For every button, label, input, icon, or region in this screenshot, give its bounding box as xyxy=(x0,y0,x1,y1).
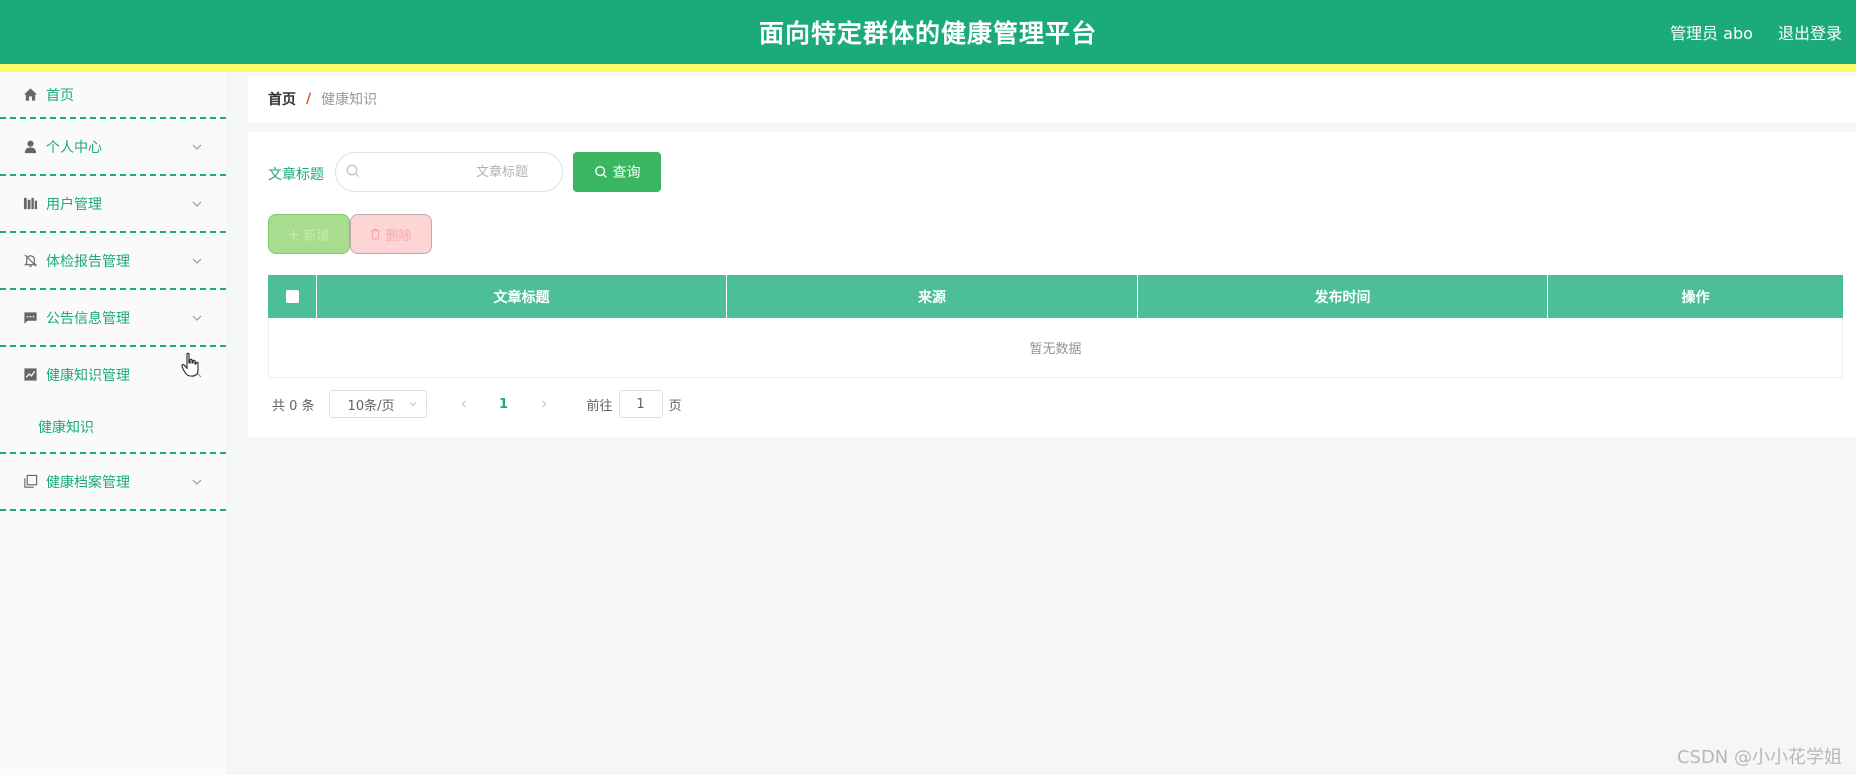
next-page-button[interactable] xyxy=(529,390,559,418)
home-icon xyxy=(22,87,38,103)
column-header-source: 来源 xyxy=(727,275,1138,318)
sidebar-subitem-health-knowledge[interactable]: 健康知识 xyxy=(0,402,226,452)
header-user-area: 管理员 abo 退出登录 xyxy=(1650,20,1842,44)
chevron-down-icon xyxy=(192,144,202,150)
user-icon xyxy=(22,139,38,155)
main-content: 文章标题 查询 新增 删除 文章标题 来源 发布时间 操作 暂无数据 共 0 条… xyxy=(248,132,1856,437)
chart-icon xyxy=(22,367,38,383)
library-icon xyxy=(22,196,38,212)
breadcrumb-current: 健康知识 xyxy=(321,92,378,108)
goto-suffix: 页 xyxy=(668,398,682,414)
pagination-total: 共 0 条 xyxy=(272,398,315,414)
column-header-actions: 操作 xyxy=(1681,289,1710,306)
sidebar-item-label: 公告信息管理 xyxy=(46,310,130,327)
add-button[interactable]: 新增 xyxy=(268,214,350,254)
chevron-down-icon xyxy=(192,258,202,264)
chevron-left-icon xyxy=(461,400,466,408)
delete-button[interactable]: 删除 xyxy=(350,214,432,254)
sidebar-item-checkup-report-management[interactable]: 体检报告管理 xyxy=(0,233,226,290)
sidebar-item-label: 用户管理 xyxy=(46,196,102,213)
watermark: CSDN @小小花学姐 xyxy=(1676,747,1842,768)
goto-prefix: 前往 xyxy=(586,398,613,414)
sidebar-item-label: 健康知识管理 xyxy=(46,367,130,384)
search-icon xyxy=(346,164,359,177)
column-header-publish-time: 发布时间 xyxy=(1138,275,1548,318)
logout-link[interactable]: 退出登录 xyxy=(1778,24,1842,43)
select-all-checkbox[interactable] xyxy=(285,290,299,303)
table-empty-state: 暂无数据 xyxy=(268,318,1843,378)
admin-user-label[interactable]: 管理员 abo xyxy=(1670,24,1753,43)
search-input[interactable] xyxy=(335,152,563,192)
chevron-right-icon xyxy=(541,400,546,408)
prev-page-button[interactable] xyxy=(449,390,479,418)
app-title: 面向特定群体的健康管理平台 xyxy=(758,19,1097,48)
sidebar-menu: 首页 个人中心 用户管理 体检报告管理 公告信息管理 健康知识管理 健康知识 健… xyxy=(0,72,226,775)
top-header: 面向特定群体的健康管理平台 管理员 abo 退出登录 xyxy=(0,0,1856,64)
pagination: 共 0 条 10条/页 1 前往 页 xyxy=(272,390,682,418)
sidebar-item-label: 首页 xyxy=(46,87,74,104)
search-icon xyxy=(594,166,607,178)
chevron-down-icon xyxy=(192,201,202,207)
hand-cursor-icon xyxy=(181,352,199,377)
select-all-cell xyxy=(268,275,317,318)
column-header-title: 文章标题 xyxy=(317,275,727,318)
header-stripe xyxy=(0,64,1856,72)
copy-icon xyxy=(22,474,38,490)
sidebar-item-label: 个人中心 xyxy=(46,139,102,156)
message-icon xyxy=(22,310,38,326)
sidebar-item-announcement-management[interactable]: 公告信息管理 xyxy=(0,290,226,347)
page-size-value: 10条/页 xyxy=(347,398,395,414)
sidebar-item-health-record-management[interactable]: 健康档案管理 xyxy=(0,454,226,511)
page-number-current[interactable]: 1 xyxy=(489,397,519,412)
add-button-label: 新增 xyxy=(303,228,330,244)
plus-icon xyxy=(289,229,299,239)
breadcrumb-home[interactable]: 首页 xyxy=(268,89,296,109)
search-label: 文章标题 xyxy=(268,167,324,183)
query-button-label: 查询 xyxy=(612,164,641,180)
data-table: 文章标题 来源 发布时间 操作 暂无数据 xyxy=(268,275,1843,378)
sidebar-item-user-management[interactable]: 用户管理 xyxy=(0,176,226,233)
bell-off-icon xyxy=(22,253,38,269)
chevron-down-icon xyxy=(192,315,202,321)
delete-button-label: 删除 xyxy=(385,228,412,244)
trash-icon xyxy=(371,228,381,240)
sidebar-item-personal-center[interactable]: 个人中心 xyxy=(0,119,226,176)
chevron-down-icon xyxy=(409,402,416,407)
sidebar-item-label: 健康档案管理 xyxy=(46,474,130,491)
table-header: 文章标题 来源 发布时间 操作 xyxy=(268,275,1843,318)
query-button[interactable]: 查询 xyxy=(573,152,661,192)
chevron-down-icon xyxy=(192,479,202,485)
sidebar-item-label: 体检报告管理 xyxy=(46,253,130,270)
sidebar-subitem-label: 健康知识 xyxy=(38,420,94,436)
goto-page-input[interactable] xyxy=(618,390,663,418)
page-size-select[interactable]: 10条/页 xyxy=(328,390,427,418)
breadcrumb: 首页 / 健康知识 xyxy=(248,76,1856,122)
breadcrumb-separator: / xyxy=(306,91,312,107)
sidebar-item-home[interactable]: 首页 xyxy=(0,72,226,119)
